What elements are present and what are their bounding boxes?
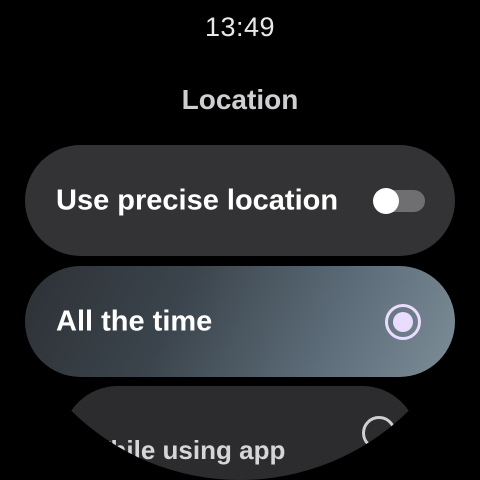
status-time: 13:49 — [204, 12, 276, 42]
radio-dot — [393, 311, 413, 332]
page-title: Location — [181, 84, 299, 115]
radio-button-checked-icon[interactable] — [385, 303, 421, 340]
watch-screen: 13:49 Location Use precise location All … — [0, 0, 480, 480]
precise-location-toggle-chip[interactable]: Use precise location — [25, 145, 455, 256]
precise-location-switch[interactable] — [373, 187, 425, 214]
precise-location-label: Use precise location — [56, 184, 339, 216]
all-the-time-option[interactable]: All the time — [25, 266, 455, 377]
while-using-app-label: While using app — [86, 435, 286, 465]
radio-button-unchecked-icon[interactable] — [362, 416, 396, 450]
all-the-time-label: All the time — [56, 305, 213, 337]
switch-thumb — [373, 187, 399, 214]
while-using-app-option[interactable]: While using app — [62, 386, 418, 480]
